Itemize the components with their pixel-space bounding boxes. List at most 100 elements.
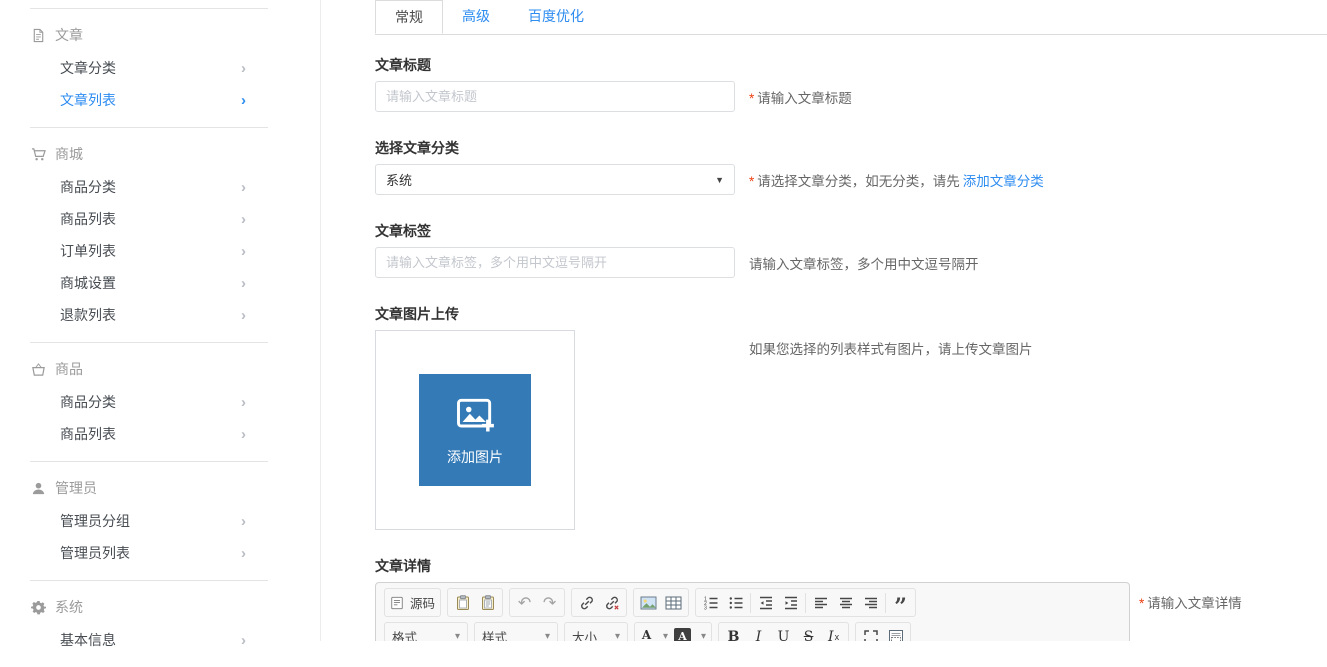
sidebar-item-mall-settings[interactable]: 商城设置 ›: [30, 267, 268, 299]
article-tags-input[interactable]: [375, 247, 735, 278]
numbered-list-button[interactable]: 123: [698, 591, 723, 615]
sidebar-section-article: 文章 文章分类 › 文章列表 ›: [30, 9, 268, 127]
source-button[interactable]: 源码: [387, 591, 438, 615]
field-article-title: 文章标题 *请输入文章标题: [375, 51, 1327, 112]
sidebar-section-admin: 管理员 管理员分组 › 管理员列表 ›: [30, 462, 268, 580]
align-center-button[interactable]: [833, 591, 858, 615]
paste-text-button[interactable]: [475, 591, 500, 615]
sidebar-item-label: 商品分类: [60, 177, 116, 197]
chevron-right-icon: ›: [241, 633, 246, 648]
sidebar-item-admin-group[interactable]: 管理员分组 ›: [30, 505, 268, 537]
field-hint: 如果您选择的列表样式有图片，请上传文章图片: [749, 338, 1033, 358]
sidebar-item-label: 文章列表: [60, 90, 116, 110]
add-category-link[interactable]: 添加文章分类: [963, 174, 1044, 189]
align-right-button[interactable]: [858, 591, 883, 615]
chevron-right-icon: ›: [241, 276, 246, 291]
bold-icon: B: [728, 630, 740, 642]
size-dropdown[interactable]: 大小 ▾: [567, 625, 625, 642]
maximize-icon: [863, 629, 879, 642]
align-left-button[interactable]: [808, 591, 833, 615]
sidebar-item-label: 商品列表: [60, 424, 116, 444]
sidebar-item-product-category[interactable]: 商品分类 ›: [30, 386, 268, 418]
undo-button[interactable]: ↶: [512, 591, 537, 615]
unlink-icon: [604, 595, 620, 611]
maximize-button[interactable]: [858, 625, 883, 642]
indent-button[interactable]: [778, 591, 803, 615]
article-category-select[interactable]: 系统 ▼: [375, 164, 735, 195]
select-caret-icon: ▼: [715, 175, 724, 185]
user-icon: [30, 480, 46, 496]
sidebar-section-label: 商品: [55, 359, 83, 379]
sidebar-header-product[interactable]: 商品: [30, 352, 268, 386]
blockquote-button[interactable]: ”: [888, 591, 913, 615]
tab-general[interactable]: 常规: [375, 0, 443, 34]
sidebar-item-basic-info[interactable]: 基本信息 ›: [30, 624, 268, 656]
align-right-icon: [863, 595, 879, 611]
style-dropdown[interactable]: 样式 ▾: [477, 625, 555, 642]
bulleted-list-button[interactable]: [723, 591, 748, 615]
paste-button[interactable]: [450, 591, 475, 615]
image-button[interactable]: [636, 591, 661, 615]
italic-icon: I: [756, 630, 762, 642]
article-title-input[interactable]: [375, 81, 735, 112]
remove-format-icon: I: [828, 630, 834, 642]
image-upload-area[interactable]: 添加图片: [375, 330, 575, 530]
text-color-icon: A: [640, 629, 653, 642]
tab-baidu-seo[interactable]: 百度优化: [509, 0, 603, 34]
sidebar-item-label: 退款列表: [60, 305, 116, 325]
bold-button[interactable]: B: [721, 625, 746, 642]
sidebar-item-refund-list[interactable]: 退款列表 ›: [30, 299, 268, 331]
redo-button[interactable]: ↷: [537, 591, 562, 615]
blockquote-icon: ”: [894, 594, 907, 611]
remove-format-button[interactable]: Ix: [821, 625, 846, 642]
sidebar-item-order-list[interactable]: 订单列表 ›: [30, 235, 268, 267]
sidebar-item-label: 商品列表: [60, 209, 116, 229]
field-label: 文章标题: [375, 51, 1327, 75]
field-hint: *请输入文章标题: [749, 87, 852, 107]
sidebar-header-system[interactable]: 系统: [30, 590, 268, 624]
outdent-button[interactable]: [753, 591, 778, 615]
indent-icon: [783, 595, 799, 611]
article-icon: [30, 27, 46, 43]
sidebar-item-article-category[interactable]: 文章分类 ›: [30, 52, 268, 84]
table-button[interactable]: [661, 591, 686, 615]
field-label: 选择文章分类: [375, 134, 1327, 158]
align-center-icon: [838, 595, 854, 611]
caret-down-icon: ▾: [663, 631, 668, 641]
sidebar-item-goods-category[interactable]: 商品分类 ›: [30, 171, 268, 203]
strikethrough-button[interactable]: S: [796, 625, 821, 642]
redo-icon: ↷: [543, 593, 556, 613]
size-dropdown-label: 大小: [572, 627, 597, 641]
field-hint: *请输入文章详情: [1139, 592, 1242, 612]
bg-color-icon: A: [674, 628, 691, 641]
sidebar-header-admin[interactable]: 管理员: [30, 471, 268, 505]
show-blocks-button[interactable]: [883, 625, 908, 642]
main-content: 常规 高级 百度优化 文章标题 *请输入文章标题 选择文章分类: [321, 0, 1327, 641]
underline-button[interactable]: U: [771, 625, 796, 642]
sidebar-item-article-list[interactable]: 文章列表 ›: [30, 84, 268, 116]
caret-down-icon: ▾: [545, 631, 550, 641]
italic-button[interactable]: I: [746, 625, 771, 642]
bg-color-button[interactable]: A ▾: [671, 625, 709, 642]
add-image-button[interactable]: 添加图片: [419, 374, 531, 486]
sidebar-item-label: 订单列表: [60, 241, 116, 261]
format-dropdown[interactable]: 格式 ▾: [387, 625, 465, 642]
chevron-right-icon: ›: [241, 308, 246, 323]
sidebar-header-article[interactable]: 文章: [30, 18, 268, 52]
sidebar-item-product-list[interactable]: 商品列表 ›: [30, 418, 268, 450]
chevron-right-icon: ›: [241, 427, 246, 442]
sidebar-item-goods-list[interactable]: 商品列表 ›: [30, 203, 268, 235]
sidebar-section-label: 商城: [55, 144, 83, 164]
sidebar-item-label: 管理员列表: [60, 543, 130, 563]
paste-icon: [455, 595, 471, 611]
sidebar-item-admin-list[interactable]: 管理员列表 ›: [30, 537, 268, 569]
text-color-button[interactable]: A ▾: [637, 625, 671, 642]
unlink-button[interactable]: [599, 591, 624, 615]
undo-icon: ↶: [518, 593, 531, 613]
chevron-right-icon: ›: [241, 546, 246, 561]
tab-advanced[interactable]: 高级: [443, 0, 509, 34]
link-button[interactable]: [574, 591, 599, 615]
sidebar-item-label: 文章分类: [60, 58, 116, 78]
sidebar-header-mall[interactable]: 商城: [30, 137, 268, 171]
field-hint: *请选择文章分类，如无分类，请先添加文章分类: [749, 170, 1044, 190]
